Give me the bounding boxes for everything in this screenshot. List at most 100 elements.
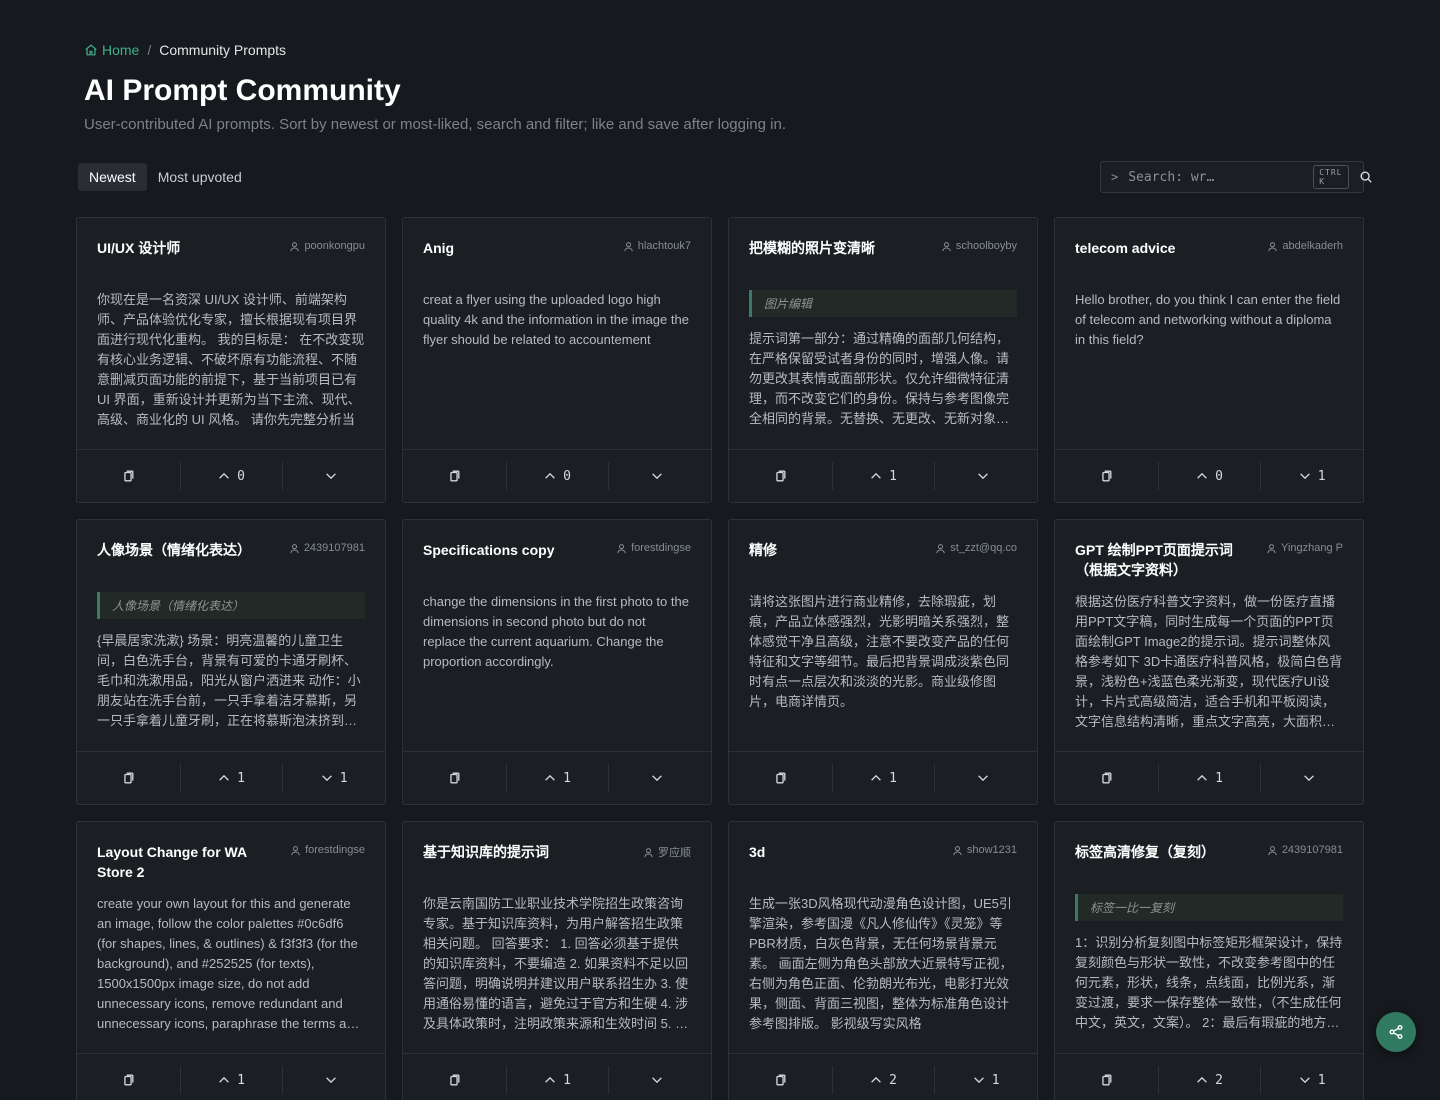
card-body: create your own layout for this and gene… <box>97 894 365 1036</box>
prompt-card[interactable]: 人像场景（情绪化表达） 2439107981 人像场景（情绪化表达） {早晨居家… <box>76 519 386 805</box>
card-author[interactable]: abdelkaderh <box>1267 240 1343 252</box>
card-prompt-text: creat a flyer using the uploaded logo hi… <box>423 292 689 347</box>
copy-button[interactable] <box>729 752 832 804</box>
downvote-button[interactable] <box>608 1054 711 1100</box>
prompt-card[interactable]: 3d show1231 生成一张3D风格现代动漫角色设计图，UE5引擎渲染，参考… <box>728 821 1038 1100</box>
copy-button[interactable] <box>729 450 832 502</box>
prompt-card[interactable]: Anig hlachtouk7 creat a flyer using the … <box>402 217 712 503</box>
prompt-card[interactable]: GPT 绘制PPT页面提示词（根据文字资料） Yingzhang P 根据这份医… <box>1054 519 1364 805</box>
downvote-icon <box>1299 473 1310 480</box>
card-author[interactable]: poonkongpu <box>289 240 365 252</box>
prompt-card[interactable]: 把模糊的照片变清晰 schoolboyby 图片编辑 提示词第一部分：通过精确的… <box>728 217 1038 503</box>
prompt-card[interactable]: Specifications copy forestdingse change … <box>402 519 712 805</box>
card-author[interactable]: 2439107981 <box>289 542 365 554</box>
downvote-button[interactable] <box>1260 752 1363 804</box>
breadcrumb: Home / Community Prompts <box>84 42 286 58</box>
card-body: 你现在是一名资深 UI/UX 设计师、前端架构师、产品体验优化专家，擅长根据现有… <box>97 290 365 432</box>
downvote-button[interactable] <box>934 752 1037 804</box>
prompt-card[interactable]: 精修 st_zzt@qq.co 请将这张图片进行商业精修，去除瑕疵，划痕，产品立… <box>728 519 1038 805</box>
copy-button[interactable] <box>729 1054 832 1100</box>
copy-button[interactable] <box>403 752 506 804</box>
upvote-button[interactable]: 0 <box>179 450 283 502</box>
card-actions: 1 <box>403 751 711 804</box>
search-button[interactable] <box>1359 169 1373 185</box>
card-author[interactable]: Yingzhang P <box>1266 542 1343 554</box>
copy-icon <box>776 1074 786 1086</box>
copy-button[interactable] <box>403 450 506 502</box>
copy-icon <box>124 1074 134 1086</box>
card-author[interactable]: schoolboyby <box>941 240 1017 252</box>
card-author[interactable]: hlachtouk7 <box>623 240 691 252</box>
card-prompt-text: Hello brother, do you think I can enter … <box>1075 292 1341 347</box>
downvote-button[interactable] <box>934 450 1037 502</box>
copy-button[interactable] <box>77 1054 180 1100</box>
tab-newest[interactable]: Newest <box>78 163 147 191</box>
upvote-button[interactable]: 2 <box>1157 1054 1261 1100</box>
user-icon <box>617 543 626 553</box>
upvote-button[interactable]: 1 <box>1157 752 1261 804</box>
downvote-button[interactable] <box>608 450 711 502</box>
card-header: Specifications copy forestdingse <box>423 540 691 560</box>
downvote-button[interactable]: 1 <box>1260 450 1363 502</box>
downvote-icon <box>321 775 332 782</box>
downvote-icon <box>651 473 662 480</box>
card-author[interactable]: forestdingse <box>616 542 691 554</box>
prompt-card[interactable]: 标签高清修复（复刻） 2439107981 标签一比一复刻 1：识别分析复刻图中… <box>1054 821 1364 1100</box>
card-author[interactable]: 罗应顺 <box>643 844 691 860</box>
card-author[interactable]: st_zzt@qq.co <box>935 542 1017 554</box>
upvote-button[interactable]: 1 <box>505 752 609 804</box>
share-button[interactable] <box>1376 1012 1416 1052</box>
upvote-button[interactable]: 0 <box>1157 450 1261 502</box>
prompt-card[interactable]: UI/UX 设计师 poonkongpu 你现在是一名资深 UI/UX 设计师、… <box>76 217 386 503</box>
upvote-button[interactable]: 1 <box>179 1054 283 1100</box>
card-title: 精修 <box>749 542 777 558</box>
user-icon <box>623 241 633 251</box>
breadcrumb-home-link[interactable]: Home <box>84 42 139 58</box>
tab-most-upvoted[interactable]: Most upvoted <box>147 163 253 191</box>
upvote-icon <box>219 472 229 479</box>
card-author-name: 罗应顺 <box>658 847 691 859</box>
copy-button[interactable] <box>1055 450 1158 502</box>
downvote-icon <box>973 1077 984 1084</box>
user-icon <box>289 543 299 553</box>
user-icon <box>953 845 962 855</box>
prompt-card[interactable]: Layout Change for WA Store 2 forestdings… <box>76 821 386 1100</box>
upvote-icon <box>1197 774 1207 781</box>
downvote-button[interactable] <box>608 752 711 804</box>
downvote-button[interactable]: 1 <box>282 752 385 804</box>
downvote-button[interactable] <box>282 450 385 502</box>
card-header: Anig hlachtouk7 <box>423 238 691 258</box>
card-prompt-text: 请将这张图片进行商业精修，去除瑕疵，划痕，产品立体感强烈，光影明暗关系强烈，整体… <box>749 594 1010 709</box>
card-author[interactable]: forestdingse <box>290 844 365 856</box>
upvote-button[interactable]: 2 <box>831 1054 935 1100</box>
upvote-count: 0 <box>1215 468 1223 484</box>
copy-button[interactable] <box>403 1054 506 1100</box>
card-author[interactable]: 2439107981 <box>1267 844 1343 856</box>
upvote-button[interactable]: 1 <box>179 752 283 804</box>
copy-icon <box>1102 772 1112 784</box>
search-input[interactable] <box>1128 169 1298 185</box>
copy-button[interactable] <box>1055 752 1158 804</box>
card-header: UI/UX 设计师 poonkongpu <box>97 238 365 258</box>
card-body: 图片编辑 提示词第一部分：通过精确的面部几何结构，在严格保留受试者身份的同时，增… <box>749 290 1017 432</box>
downvote-count: 1 <box>339 770 348 786</box>
copy-button[interactable] <box>1055 1054 1158 1100</box>
copy-button[interactable] <box>77 752 180 804</box>
prompt-card[interactable]: 基于知识库的提示词 罗应顺 你是云南国防工业职业技术学院招生政策咨询专家。基于知… <box>402 821 712 1100</box>
downvote-button[interactable]: 1 <box>1260 1054 1363 1100</box>
downvote-button[interactable]: 1 <box>934 1054 1037 1100</box>
upvote-button[interactable]: 1 <box>831 752 935 804</box>
upvote-icon <box>545 472 555 479</box>
prompt-card[interactable]: telecom advice abdelkaderh Hello brother… <box>1054 217 1364 503</box>
card-author[interactable]: show1231 <box>952 844 1017 856</box>
upvote-button[interactable]: 0 <box>505 450 609 502</box>
upvote-button[interactable]: 1 <box>505 1054 609 1100</box>
downvote-button[interactable] <box>282 1054 385 1100</box>
downvote-icon <box>977 473 988 480</box>
copy-button[interactable] <box>77 450 180 502</box>
card-author-name: 2439107981 <box>1281 844 1343 856</box>
card-header: telecom advice abdelkaderh <box>1075 238 1343 258</box>
upvote-icon <box>1197 472 1207 479</box>
page-title: AI Prompt Community <box>84 74 401 107</box>
upvote-button[interactable]: 1 <box>831 450 935 502</box>
